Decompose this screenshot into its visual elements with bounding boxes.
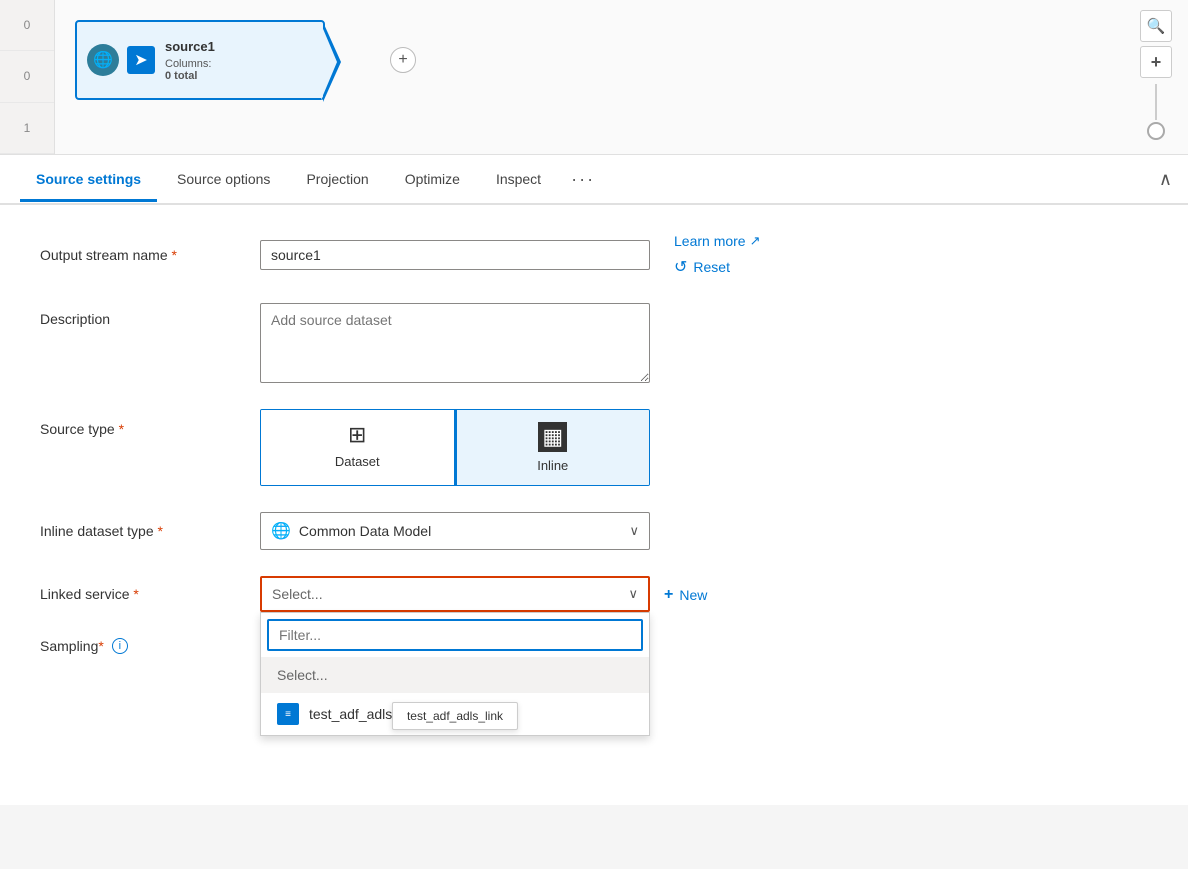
dataset-icon: ⊞ bbox=[348, 422, 366, 448]
source-type-row: Source type * ⊞ Dataset ▦ Inline bbox=[40, 409, 1148, 486]
node-arrow-shape-inner bbox=[321, 24, 337, 100]
tabs-container: Source settings Source options Projectio… bbox=[0, 155, 1188, 205]
new-plus-icon: + bbox=[664, 586, 673, 604]
zoom-in-button[interactable]: + bbox=[1140, 46, 1172, 78]
node-globe-icon: 🌐 bbox=[87, 44, 119, 76]
external-link-icon: ↗ bbox=[750, 233, 761, 249]
tab-more-button[interactable]: ··· bbox=[561, 159, 605, 200]
source-type-label: Source type * bbox=[40, 409, 260, 437]
linked-service-select[interactable]: Select... ∨ bbox=[260, 576, 650, 612]
node-columns: Columns: 0 total bbox=[165, 58, 215, 82]
node-columns-label: Columns: bbox=[165, 58, 211, 70]
cdm-value: Common Data Model bbox=[299, 523, 431, 539]
dropdown-select-item[interactable]: Select... bbox=[261, 657, 649, 693]
line-number-0b: 0 bbox=[0, 51, 54, 102]
output-stream-input[interactable] bbox=[260, 240, 650, 270]
inline-icon: ▦ bbox=[538, 422, 567, 452]
left-numbers-sidebar: 0 0 1 bbox=[0, 0, 55, 154]
tab-source-options[interactable]: Source options bbox=[161, 157, 286, 202]
zoom-thumb[interactable] bbox=[1147, 122, 1165, 140]
tab-optimize[interactable]: Optimize bbox=[389, 157, 476, 202]
main-content: Output stream name * Learn more ↗ ↺ Rese… bbox=[0, 205, 1188, 805]
canvas-area: 🌐 ➤ source1 Columns: 0 total + bbox=[55, 0, 1188, 120]
learn-more-link[interactable]: Learn more ↗ bbox=[674, 233, 761, 249]
add-node-button[interactable]: + bbox=[390, 47, 416, 73]
node-columns-value: 0 total bbox=[165, 70, 197, 82]
output-stream-row: Output stream name * Learn more ↗ ↺ Rese… bbox=[40, 233, 1148, 277]
chevron-down-icon: ∨ bbox=[629, 523, 639, 539]
sampling-label-area: Sampling * i bbox=[40, 638, 260, 654]
description-row: Description bbox=[40, 303, 1148, 383]
description-label: Description bbox=[40, 303, 260, 327]
select-chevron-icon: ∨ bbox=[628, 586, 638, 602]
tooltip-box: test_adf_adls_link bbox=[392, 702, 518, 730]
new-linked-service-button[interactable]: + New bbox=[650, 578, 721, 612]
node-arrow-icon: ➤ bbox=[127, 46, 155, 74]
sampling-info-icon[interactable]: i bbox=[112, 638, 128, 654]
select-placeholder: Select... bbox=[272, 586, 323, 602]
linked-service-row: Linked service * Select... ∨ Select... ≡… bbox=[40, 576, 1148, 612]
line-number-1: 1 bbox=[0, 103, 54, 154]
inline-dataset-type-row: Inline dataset type * 🌐 Common Data Mode… bbox=[40, 512, 1148, 550]
filter-container bbox=[261, 613, 649, 657]
inline-dataset-type-label: Inline dataset type * bbox=[40, 523, 260, 539]
zoom-track bbox=[1147, 84, 1165, 140]
tab-source-settings[interactable]: Source settings bbox=[20, 157, 157, 202]
form-side-actions: Learn more ↗ ↺ Reset bbox=[674, 233, 761, 277]
top-right-controls: 🔍 + bbox=[1140, 10, 1172, 142]
required-star: * bbox=[168, 247, 177, 263]
panel-collapse-button[interactable]: ∧ bbox=[1159, 169, 1172, 190]
zoom-line bbox=[1155, 84, 1157, 120]
cdm-globe-icon: 🌐 bbox=[271, 521, 291, 541]
filter-input[interactable] bbox=[267, 619, 643, 651]
search-icon-btn[interactable]: 🔍 bbox=[1140, 10, 1172, 42]
inline-dataset-dropdown[interactable]: 🌐 Common Data Model ∨ bbox=[260, 512, 650, 550]
description-textarea[interactable] bbox=[260, 303, 650, 383]
node-title: source1 bbox=[165, 39, 215, 54]
dataset-toggle-btn[interactable]: ⊞ Dataset bbox=[261, 410, 455, 485]
dropdown-value-area: 🌐 Common Data Model bbox=[271, 521, 431, 541]
reset-button[interactable]: ↺ Reset bbox=[674, 257, 761, 277]
tab-inspect[interactable]: Inspect bbox=[480, 157, 557, 202]
node-info: source1 Columns: 0 total bbox=[165, 39, 215, 82]
inline-toggle-btn[interactable]: ▦ Inline bbox=[455, 410, 650, 485]
source-type-toggle: ⊞ Dataset ▦ Inline bbox=[260, 409, 650, 486]
reset-icon: ↺ bbox=[674, 257, 687, 277]
tab-projection[interactable]: Projection bbox=[290, 157, 384, 202]
linked-service-dropdown-container: Select... ∨ Select... ≡ test_adf_adls_li… bbox=[260, 576, 650, 612]
output-stream-label: Output stream name * bbox=[40, 247, 260, 263]
pipeline-node[interactable]: 🌐 ➤ source1 Columns: 0 total bbox=[75, 20, 325, 100]
linked-service-label: Linked service * bbox=[40, 576, 260, 602]
adls-icon: ≡ bbox=[277, 703, 299, 725]
line-number-0a: 0 bbox=[0, 0, 54, 51]
